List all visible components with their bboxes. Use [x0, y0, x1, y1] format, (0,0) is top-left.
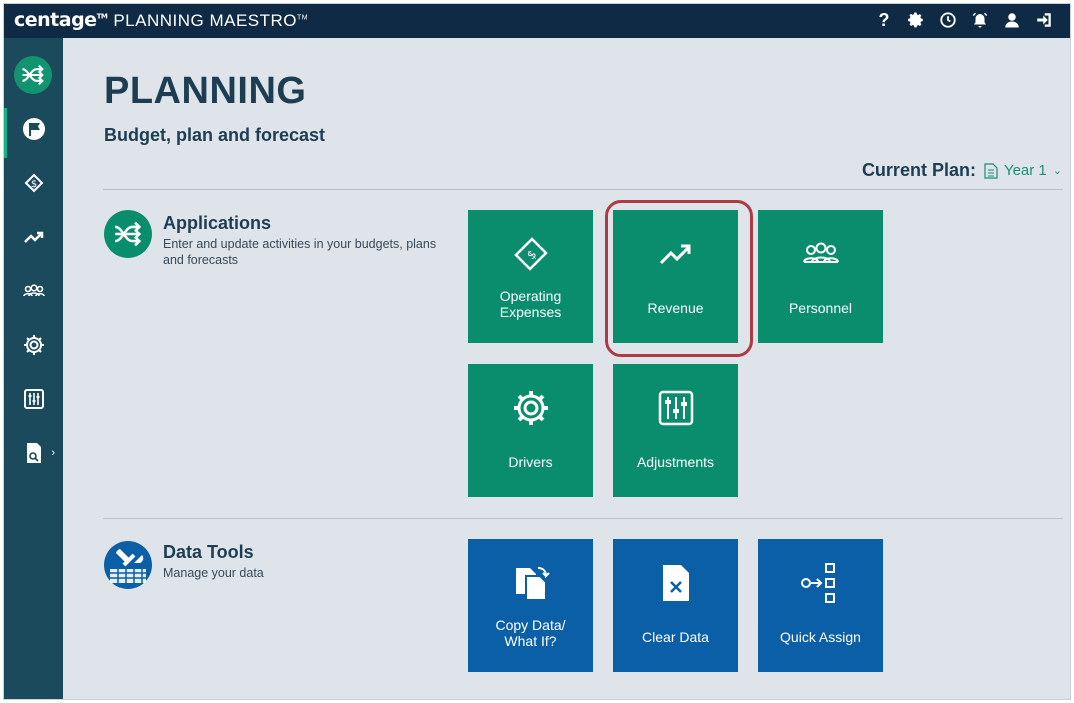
- svg-text:$: $: [30, 179, 36, 190]
- sidebar-item-drivers[interactable]: [4, 320, 63, 370]
- app-logo-icon[interactable]: [14, 56, 52, 94]
- page-subtitle: Budget, plan and forecast: [104, 125, 326, 145]
- sliders-icon: [23, 389, 44, 409]
- product-name: PLANNING MAESTROTM: [113, 11, 309, 30]
- clear-file-icon: [662, 565, 689, 601]
- tile-copy-data[interactable]: Copy Data/ What If?: [468, 539, 593, 672]
- sidebar-item-personnel[interactable]: [4, 266, 63, 316]
- people-icon: [22, 284, 45, 297]
- tile-clear-data[interactable]: Clear Data: [613, 539, 738, 672]
- divider: [103, 189, 1063, 190]
- current-plan-label: Current Plan:: [861, 160, 976, 180]
- page-title: PLANNING: [104, 70, 307, 112]
- plan-selector[interactable]: Year 1 ⌄: [984, 162, 1062, 179]
- data-tools-title: Data Tools: [163, 542, 254, 562]
- divider: [103, 518, 1063, 519]
- tile-label: Quick Assign: [780, 629, 861, 645]
- assign-icon: [800, 563, 835, 603]
- sidebar-item-adjustments[interactable]: [4, 374, 63, 424]
- brand[interactable]: centageTM PLANNING MAESTROTM: [14, 9, 308, 31]
- tile-quick-assign[interactable]: Quick Assign: [758, 539, 883, 672]
- data-tools-description: Manage your data: [163, 566, 264, 580]
- money-icon: $: [24, 173, 43, 193]
- data-tools-icon: [104, 541, 152, 589]
- sidebar-item-planning[interactable]: [4, 104, 63, 158]
- user-icon[interactable]: [1002, 10, 1022, 30]
- main-content: PLANNING Budget, plan and forecast Curre…: [63, 38, 1070, 699]
- tile-adjustments[interactable]: Adjustments: [613, 364, 738, 497]
- tile-operating-expenses[interactable]: $ Operating Expenses: [468, 210, 593, 343]
- chevron-down-icon: ⌄: [1052, 165, 1062, 177]
- tile-label: Clear Data: [642, 629, 709, 645]
- tile-drivers[interactable]: Drivers: [468, 364, 593, 497]
- app-window: centageTM PLANNING MAESTROTM ? $ › PLANN…: [3, 3, 1071, 700]
- current-plan: Current Plan: Year 1 ⌄: [862, 160, 1062, 181]
- logout-icon[interactable]: [1034, 10, 1054, 30]
- trend-icon: [23, 231, 43, 243]
- gear-icon: [513, 391, 548, 425]
- sidebar-item-revenue[interactable]: [4, 212, 63, 262]
- top-bar: centageTM PLANNING MAESTROTM ?: [4, 4, 1070, 38]
- svg-text:$: $: [524, 247, 539, 262]
- sliders-icon: [658, 390, 693, 426]
- alarm-icon[interactable]: [970, 10, 990, 30]
- gear-icon[interactable]: [906, 10, 926, 30]
- report-icon: [26, 443, 41, 463]
- tile-label: Personnel: [788, 300, 853, 316]
- tile-label: Revenue: [647, 300, 704, 316]
- applications-icon: [104, 210, 152, 258]
- sidebar-item-operating-expenses[interactable]: $: [4, 158, 63, 208]
- chevron-right-icon: ›: [51, 447, 55, 459]
- tile-revenue[interactable]: Revenue: [613, 210, 738, 343]
- brand-logo: centageTM: [14, 9, 108, 31]
- money-icon: $: [513, 237, 548, 271]
- tile-label: Copy Data/ What If?: [495, 617, 566, 649]
- tile-label: Drivers: [508, 454, 553, 470]
- flag-icon: [22, 118, 45, 140]
- copy-icon: [515, 567, 550, 601]
- left-sidebar: $ ›: [4, 38, 63, 699]
- document-icon: [984, 162, 998, 179]
- people-icon: [802, 242, 839, 263]
- applications-description: Enter and update activities in your budg…: [163, 237, 437, 267]
- tile-personnel[interactable]: Personnel: [758, 210, 883, 343]
- applications-title: Applications: [163, 213, 272, 233]
- sidebar-item-reports[interactable]: ›: [4, 428, 63, 478]
- tile-label: Operating Expenses: [499, 288, 562, 320]
- history-icon[interactable]: [938, 10, 958, 30]
- gear-icon: [23, 335, 44, 355]
- tile-label: Adjustments: [636, 454, 715, 470]
- help-icon[interactable]: ?: [874, 10, 894, 30]
- plan-value: Year 1: [1003, 162, 1047, 179]
- trend-icon: [659, 244, 690, 265]
